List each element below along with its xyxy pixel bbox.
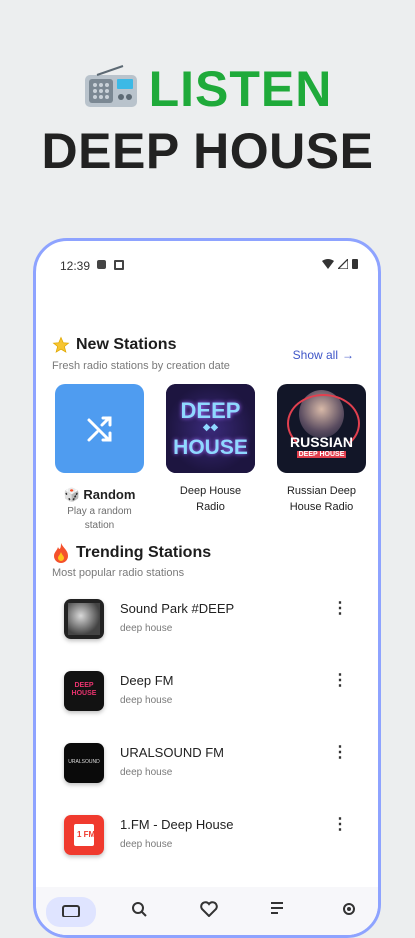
new-stations-header: New Stations	[52, 336, 176, 354]
dice-icon: 🎲	[63, 487, 80, 502]
notification-icon-2	[114, 260, 124, 270]
uralsound-thumb: URALSOUND	[64, 743, 104, 783]
nav-favorites[interactable]	[184, 897, 234, 927]
deep-house-radio-label: Deep House Radio	[179, 485, 242, 513]
radio-icon	[62, 905, 80, 917]
show-all-label: Show all	[292, 348, 338, 362]
art-text-house: HOUSE	[173, 436, 248, 459]
arrow-right-icon: →	[342, 348, 354, 362]
fire-icon	[54, 543, 68, 563]
status-time: 12:39	[60, 259, 91, 273]
settings-icon	[343, 903, 355, 915]
battery-icon	[352, 259, 358, 269]
phone-frame: 12:39 New Stations Fresh radio stations …	[33, 238, 381, 938]
more-options-icon[interactable]: ⋮	[332, 673, 348, 689]
random-tile-art	[55, 384, 144, 473]
more-options-icon[interactable]: ⋮	[332, 745, 348, 761]
station-tile-deep-house-radio[interactable]: DEEP ◆◆ HOUSE Deep House Radio	[165, 384, 256, 533]
cellular-icon	[338, 258, 348, 269]
hero-line1: LISTEN	[0, 58, 415, 120]
list-item[interactable]: Sound Park #DEEP deep house ⋮	[60, 591, 360, 663]
art-diamonds-icon: ◆◆	[202, 422, 219, 433]
more-options-icon[interactable]: ⋮	[332, 601, 348, 617]
nav-settings[interactable]	[324, 897, 374, 927]
new-stations-subtitle: Fresh radio stations by creation date	[52, 360, 230, 372]
deep-fm-logo-text: DEEP HOUSE	[71, 682, 97, 697]
art-text-deep-house: DEEP HOUSE	[297, 451, 346, 458]
shuffle-icon	[87, 416, 112, 442]
list-item[interactable]: DEEP HOUSE Deep FM deep house ⋮	[60, 663, 360, 735]
random-sub: Play a random station	[67, 506, 132, 531]
notification-icon	[97, 260, 106, 269]
nav-radio[interactable]	[46, 897, 96, 927]
hero-title-genre: DEEP HOUSE	[41, 123, 374, 179]
hero: LISTEN DEEP HOUSE	[0, 58, 415, 180]
trending-title: Trending Stations	[76, 544, 212, 561]
uralsound-logo-text: URALSOUND	[68, 759, 100, 765]
radio-icon	[83, 64, 139, 114]
trending-subtitle: Most popular radio stations	[52, 567, 185, 579]
art-text-russian: RUSSIAN	[289, 434, 353, 450]
search-icon	[132, 902, 147, 917]
art-text-deep: DEEP	[180, 398, 241, 423]
one-fm-thumb: 1 FM	[64, 815, 104, 855]
deep-house-radio-art: DEEP ◆◆ HOUSE	[166, 384, 255, 473]
station-genre: deep house	[120, 623, 173, 634]
station-genre: deep house	[120, 695, 173, 706]
station-name: Deep FM	[120, 673, 174, 688]
deep-fm-thumb: DEEP HOUSE	[64, 671, 104, 711]
status-bar: 12:39	[36, 241, 378, 289]
list-item[interactable]: URALSOUND URALSOUND FM deep house ⋮	[60, 735, 360, 807]
russian-deep-house-label: Russian Deep House Radio	[286, 485, 357, 513]
nav-search[interactable]	[114, 897, 164, 927]
station-name: URALSOUND FM	[120, 745, 225, 760]
new-stations-carousel[interactable]: 🎲 Random Play a random station DEEP ◆◆ H…	[54, 384, 378, 533]
show-all-link[interactable]: Show all →	[293, 348, 354, 362]
queue-icon	[271, 902, 283, 914]
station-genre: deep house	[120, 839, 173, 850]
list-item[interactable]: 1 FM 1.FM - Deep House deep house ⋮	[60, 807, 360, 879]
station-tile-russian-deep-house-radio[interactable]: RUSSIAN DEEP HOUSE Russian Deep House Ra…	[276, 384, 367, 533]
station-name: Sound Park #DEEP	[120, 601, 235, 616]
russian-deep-house-art: RUSSIAN DEEP HOUSE	[277, 384, 366, 473]
star-icon	[52, 336, 70, 353]
more-options-icon[interactable]: ⋮	[332, 817, 348, 833]
signal-indicators	[322, 258, 358, 269]
station-name: 1.FM - Deep House	[120, 817, 234, 832]
hero-title-listen: LISTEN	[148, 61, 333, 117]
trending-header: Trending Stations	[52, 543, 211, 563]
sound-park-thumb	[64, 599, 104, 639]
wifi-icon	[322, 258, 334, 269]
bottom-nav	[36, 887, 378, 935]
one-fm-logo-text: 1 FM	[77, 830, 96, 839]
station-genre: deep house	[120, 767, 173, 778]
random-label-row: 🎲 Random	[54, 487, 145, 503]
station-tile-random[interactable]: 🎲 Random Play a random station	[54, 384, 145, 533]
random-label: Random	[83, 487, 136, 502]
nav-queue[interactable]	[254, 897, 304, 927]
new-stations-title: New Stations	[76, 336, 177, 353]
heart-icon	[200, 901, 218, 917]
trending-list: Sound Park #DEEP deep house ⋮ DEEP HOUSE…	[60, 591, 360, 879]
